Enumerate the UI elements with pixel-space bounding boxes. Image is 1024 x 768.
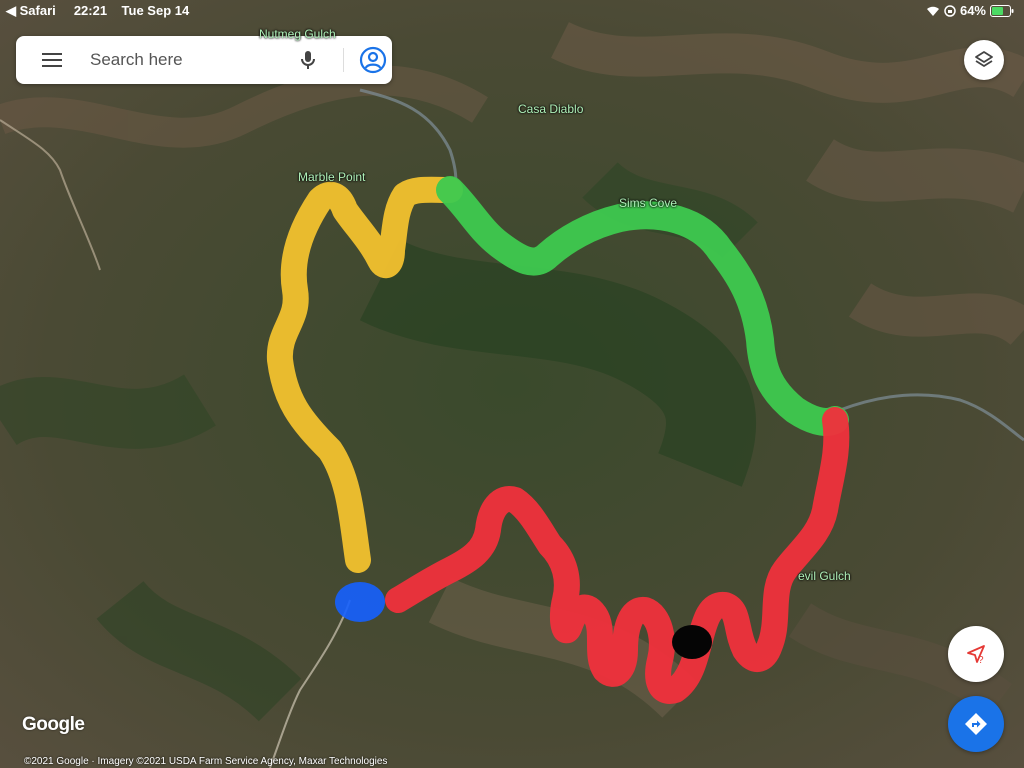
location-arrow-icon: ?: [967, 645, 985, 666]
my-location-button[interactable]: ?: [948, 626, 1004, 682]
status-left: ◀ Safari 22:21 Tue Sep 14: [6, 3, 189, 19]
place-label-marble-point[interactable]: Marble Point: [298, 170, 365, 184]
search-divider: [343, 48, 344, 72]
satellite-map[interactable]: [0, 0, 1024, 768]
directions-icon: [965, 713, 987, 735]
rotation-lock-icon: [944, 4, 956, 17]
account-icon[interactable]: [359, 46, 387, 74]
hamburger-menu-icon: [42, 53, 62, 67]
svg-text:?: ?: [978, 655, 984, 666]
battery-percent: 64%: [959, 3, 986, 18]
directions-button[interactable]: [948, 696, 1004, 752]
imagery-copyright: ©2021 Google · Imagery ©2021 USDA Farm S…: [24, 756, 388, 767]
microphone-icon[interactable]: [296, 48, 320, 72]
place-label-sims-cove[interactable]: Sims Cove: [619, 196, 677, 210]
place-label-devil-gulch[interactable]: evil Gulch: [798, 569, 851, 583]
menu-button[interactable]: [16, 36, 88, 84]
status-time: 22:21: [73, 3, 108, 18]
start-marker-blue: [335, 582, 385, 622]
search-bar: [16, 36, 392, 84]
google-logo: Google: [22, 714, 85, 735]
place-label-nutmeg-gulch[interactable]: Nutmeg Gulch: [259, 27, 336, 41]
status-date: Tue Sep 14: [121, 3, 190, 18]
wifi-icon: [926, 6, 939, 16]
layers-icon: [975, 51, 993, 67]
place-label-casa-diablo[interactable]: Casa Diablo: [518, 102, 583, 116]
battery-icon: [990, 4, 1014, 17]
status-app[interactable]: Safari: [20, 3, 56, 18]
layers-button[interactable]: [964, 40, 1004, 80]
back-arrow-icon[interactable]: ◀: [6, 3, 16, 18]
search-input[interactable]: [88, 49, 272, 71]
status-bar: ◀ Safari 22:21 Tue Sep 14 64%: [0, 0, 1024, 20]
marker-black: [672, 625, 712, 659]
status-right: 64%: [926, 3, 1014, 18]
